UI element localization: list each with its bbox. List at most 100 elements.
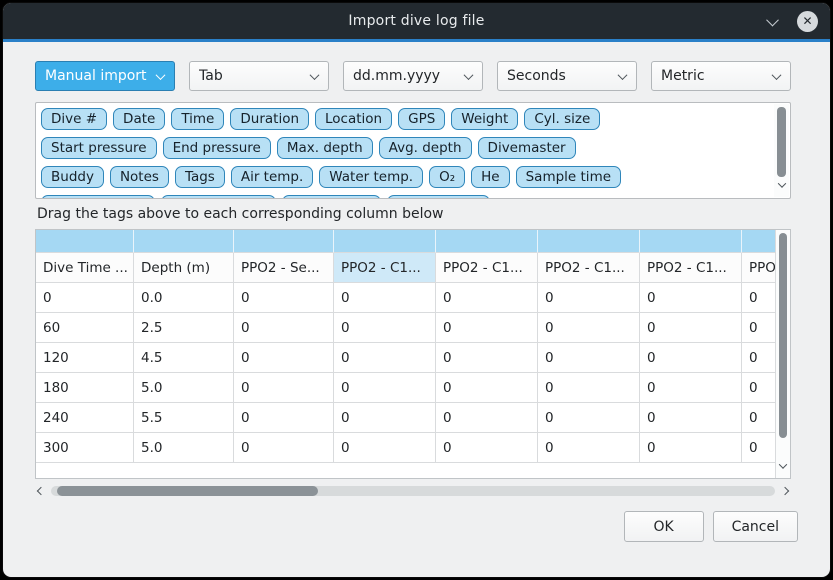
table-cell: 0 [36,283,134,313]
column-tag-row [36,230,775,253]
tag-gps[interactable]: GPS [398,108,445,130]
table-cell: 0 [538,373,640,403]
combo-value: Metric [661,68,773,84]
column-header[interactable]: PPO2 [742,253,775,283]
table-cell: 300 [36,433,134,463]
table-cell: 60 [36,313,134,343]
column-tag-cell[interactable] [538,230,640,253]
tag-buddy[interactable]: Buddy [41,166,104,188]
combo-date-format[interactable]: dd.mm.yyyy [343,61,483,91]
tag-o[interactable]: O₂ [429,166,465,188]
tag-notes[interactable]: Notes [110,166,169,188]
table-cell: 0 [538,343,640,373]
table-cell: 0 [234,343,334,373]
ok-button[interactable]: OK [624,511,704,542]
column-tag-cell[interactable] [334,230,436,253]
combo-value: Manual import [45,68,157,84]
titlebar-buttons: ✕ [763,3,818,39]
table-horizontal-scrollbar[interactable] [35,483,791,499]
combo-units[interactable]: Metric [651,61,791,91]
tag-he[interactable]: He [471,166,509,188]
table-row: 2405.5000000 [36,403,775,433]
dialog-buttons: OK Cancel [624,511,798,542]
column-header[interactable]: PPO2 - C1... [436,253,538,283]
combo-field-separator[interactable]: Tab [189,61,329,91]
column-tag-cell[interactable] [234,230,334,253]
tag-time[interactable]: Time [171,108,224,130]
scroll-down-button[interactable] [774,182,789,195]
table-cell: 0 [436,433,538,463]
combo-duration-format[interactable]: Seconds [497,61,637,91]
scrollbar-thumb[interactable] [779,233,787,438]
tag-dive[interactable]: Dive # [41,108,107,130]
column-tag-cell[interactable] [436,230,538,253]
close-icon: ✕ [802,15,812,27]
table-cell: 0 [334,343,436,373]
scrollbar-thumb[interactable] [777,107,786,177]
table-cell: 0 [742,313,775,343]
table-cell: 0 [742,403,775,433]
scroll-down-button[interactable] [776,463,790,475]
tag-cyl-size[interactable]: Cyl. size [524,108,600,130]
table-cell: 0 [234,373,334,403]
chevron-down-icon [464,70,474,80]
column-tag-cell[interactable] [36,230,134,253]
tag-sample-cns[interactable]: Sample CNS [387,195,490,199]
table-cell: 0.0 [134,283,234,313]
tag-water-temp[interactable]: Water temp. [319,166,423,188]
table-cell: 0 [334,433,436,463]
column-header[interactable]: PPO2 - Se... [234,253,334,283]
table-cell: 4.5 [134,343,234,373]
table-cell: 0 [436,403,538,433]
tag-divemaster[interactable]: Divemaster [478,137,576,159]
tag-weight[interactable]: Weight [451,108,518,130]
tag-sample-time[interactable]: Sample time [516,166,621,188]
column-header[interactable]: Depth (m) [134,253,234,283]
table-cell: 0 [640,373,742,403]
tag-start-pressure[interactable]: Start pressure [41,137,157,159]
window-title: Import dive log file [348,13,484,29]
table-cell: 0 [234,313,334,343]
cancel-button[interactable]: Cancel [713,511,798,542]
combo-value: dd.mm.yyyy [353,68,465,84]
tag-date[interactable]: Date [113,108,165,130]
table-vertical-scrollbar[interactable] [775,230,790,478]
column-header[interactable]: PPO2 - C1... [334,253,436,283]
table-cell: 0 [640,313,742,343]
column-tag-cell[interactable] [640,230,742,253]
tag-tags[interactable]: Tags [175,166,225,188]
tag-end-pressure[interactable]: End pressure [163,137,271,159]
instruction-label: Drag the tags above to each correspondin… [37,206,444,222]
table-cell: 0 [742,283,775,313]
column-header[interactable]: Dive Time ... [36,253,134,283]
chevron-left-icon [37,487,45,495]
tag-sample-po[interactable]: Sample pO₂ [282,195,382,199]
combo-import-mode[interactable]: Manual import [35,61,175,91]
column-header[interactable]: PPO2 - C1... [640,253,742,283]
titlebar[interactable]: Import dive log file ✕ [3,3,830,39]
tag-sample-temp[interactable]: Sample temp. [161,195,276,199]
table-cell: 0 [640,283,742,313]
tag-max-depth[interactable]: Max. depth [277,137,373,159]
tag-avg-depth[interactable]: Avg. depth [379,137,472,159]
column-header[interactable]: PPO2 - C1... [538,253,640,283]
titlebar-accent-line [3,39,830,42]
combo-value: Tab [199,68,311,84]
chevron-down-icon [777,179,785,187]
table-grid: Dive Time ...Depth (m)PPO2 - Se...PPO2 -… [36,230,775,478]
tag-duration[interactable]: Duration [230,108,309,130]
table-cell: 0 [334,403,436,433]
scroll-right-button[interactable] [779,488,791,494]
column-tag-cell[interactable] [742,230,775,253]
close-button[interactable]: ✕ [797,11,818,32]
tag-location[interactable]: Location [315,108,392,130]
tag-pool-scrollbar[interactable] [774,104,789,197]
scrollbar-track[interactable] [51,486,775,496]
shade-button[interactable] [763,12,781,30]
scrollbar-thumb[interactable] [57,486,318,496]
tag-air-temp[interactable]: Air temp. [231,166,313,188]
column-tag-cell[interactable] [134,230,234,253]
scroll-left-button[interactable] [35,488,47,494]
table-cell: 5.0 [134,433,234,463]
tag-sample-depth[interactable]: Sample depth [41,195,155,199]
